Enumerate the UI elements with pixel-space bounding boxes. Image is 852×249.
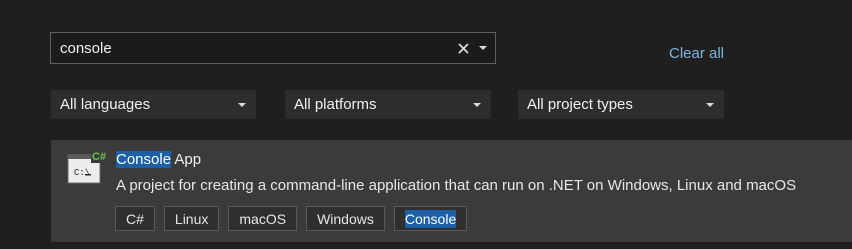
tag-console: Console (393, 206, 468, 231)
console-app-csharp-icon: C:\ C# (67, 149, 107, 187)
close-icon[interactable] (454, 39, 472, 57)
language-filter-dropdown[interactable]: All languages (51, 90, 256, 119)
template-tags: C# Linux macOS Windows Console (115, 206, 468, 231)
search-match-highlight: Console (116, 151, 172, 168)
svg-text:C#: C# (92, 151, 106, 163)
project-type-filter-dropdown[interactable]: All project types (518, 90, 724, 119)
project-type-filter-label: All project types (527, 96, 633, 113)
tag-csharp: C# (115, 206, 155, 231)
tag-windows: Windows (306, 206, 385, 231)
tag-linux: Linux (163, 206, 220, 231)
chevron-down-icon (473, 102, 481, 107)
tag-macos: macOS (228, 206, 298, 231)
svg-text:C:\: C:\ (74, 168, 90, 178)
platform-filter-label: All platforms (294, 96, 377, 113)
search-match-highlight: Console (404, 209, 457, 228)
chevron-down-icon (706, 102, 714, 107)
template-title: Console App (116, 151, 201, 168)
chevron-down-icon[interactable] (476, 39, 490, 57)
template-search-box[interactable] (50, 32, 496, 64)
platform-filter-dropdown[interactable]: All platforms (285, 90, 491, 119)
template-title-rest: App (171, 151, 202, 168)
template-description: A project for creating a command-line ap… (116, 177, 797, 194)
chevron-down-icon (238, 102, 246, 107)
search-input[interactable] (51, 33, 454, 63)
clear-all-link[interactable]: Clear all (669, 45, 724, 62)
new-project-template-search: Clear all All languages All platforms Al… (0, 0, 852, 249)
language-filter-label: All languages (60, 96, 151, 113)
template-item-console-app[interactable]: C:\ C# Console App A project for creatin… (51, 140, 852, 242)
